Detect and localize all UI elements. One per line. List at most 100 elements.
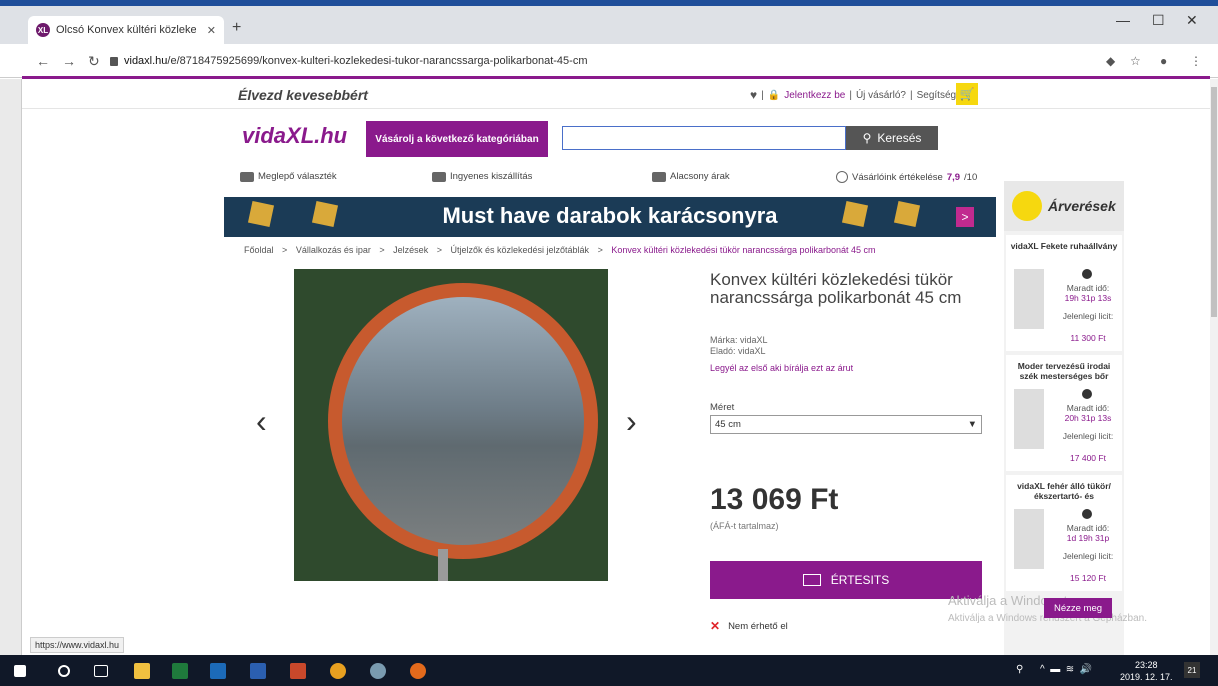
truck-icon	[432, 171, 446, 182]
brand-line: Márka: vidaXL	[710, 335, 768, 345]
account-links: ♥ | 🔒 Jelentkezz be | Új vásárló? | Segí…	[750, 88, 957, 102]
main-content: vidaXL.hu Vásárolj a következő kategóriá…	[224, 109, 996, 655]
breadcrumb-business[interactable]: Vállalkozás és ipar	[296, 245, 371, 255]
auction-thumbnail	[1014, 509, 1044, 569]
breadcrumb-home[interactable]: Főoldal	[244, 245, 274, 255]
chrome-profile-icon[interactable]	[370, 663, 386, 679]
usp-shipping: Ingyenes kiszállítás	[432, 171, 532, 182]
system-tray[interactable]: ⚲ ^ ▬ ≋ 🔊	[1016, 664, 1092, 675]
banner-next-button[interactable]: >	[956, 207, 974, 227]
login-link[interactable]: Jelentkezz be	[784, 90, 845, 101]
profile-avatar-icon[interactable]: ●	[1160, 54, 1167, 68]
auctions-sidebar: Árverések vidaXL Fekete ruhaállvány Mara…	[1004, 181, 1124, 655]
excel-icon[interactable]	[172, 663, 188, 679]
firefox-icon[interactable]	[410, 663, 426, 679]
maximize-button[interactable]: ☐	[1152, 12, 1165, 29]
search-icon: ⚲	[862, 131, 872, 145]
size-select[interactable]: 45 cm ▼	[710, 415, 982, 434]
menu-kebab-icon[interactable]: ⋮	[1190, 54, 1202, 68]
web-page: Élvezd kevesebbért ♥ | 🔒 Jelentkezz be |…	[22, 79, 1210, 655]
page-scrollbar[interactable]	[1210, 79, 1218, 655]
outlook-icon[interactable]	[210, 663, 226, 679]
word-icon[interactable]	[250, 663, 266, 679]
search-input[interactable]	[562, 126, 846, 150]
address-bar: ← → ↻ vidaxl.hu/e/8718475925699/konvex-k…	[0, 44, 1218, 78]
scrollbar-thumb[interactable]	[1211, 87, 1217, 317]
tab-close-icon[interactable]: ✕	[207, 24, 216, 37]
extension-icon[interactable]: ◆	[1106, 54, 1115, 68]
auction-hammer-icon	[1012, 191, 1042, 221]
forward-arrow-icon[interactable]: →	[62, 53, 76, 69]
new-tab-button[interactable]: +	[232, 19, 241, 37]
breadcrumb-traffic-signs[interactable]: Útjelzők és közlekedési jelzőtáblák	[450, 245, 589, 255]
url-input[interactable]: vidaxl.hu/e/8718475925699/konvex-kulteri…	[110, 50, 1090, 72]
product-meta: Márka: vidaXL Eladó: vidaXL	[710, 335, 768, 357]
reload-icon[interactable]: ↻	[88, 53, 100, 70]
seller-line: Eladó: vidaXL	[710, 346, 766, 356]
notification-center-icon[interactable]: 21	[1184, 662, 1200, 678]
login-lock-icon: 🔒	[767, 89, 781, 101]
smiley-icon	[836, 171, 848, 183]
usp-prices: Alacsony árak	[652, 171, 730, 182]
availability-status: ✕ Nem érhető el	[710, 619, 788, 633]
auctions-header: Árverések	[1004, 181, 1124, 231]
stopwatch-icon	[1082, 269, 1092, 279]
back-arrow-icon[interactable]: ←	[36, 53, 50, 69]
breadcrumb: Főoldal > Vállalkozás és ipar > Jelzések…	[244, 245, 876, 255]
window-title-strip	[0, 0, 1218, 6]
box-icon	[240, 171, 254, 182]
breadcrumb-signs[interactable]: Jelzések	[393, 245, 428, 255]
image-next-arrow[interactable]: ›	[626, 403, 637, 440]
usp-rating: Vásárlóink értékelése 7,9/10	[836, 171, 977, 183]
product-title: Konvex kültéri közlekedési tükör narancs…	[710, 270, 962, 307]
stopwatch-icon	[1082, 509, 1092, 519]
size-select-value: 45 cm	[715, 419, 741, 430]
search-icon[interactable]	[58, 665, 70, 677]
product-image[interactable]	[294, 269, 608, 581]
mirror-surface	[342, 297, 584, 545]
auction-thumbnail	[1014, 269, 1044, 329]
chrome-icon[interactable]	[330, 663, 346, 679]
usp-strip: Meglepő választék Ingyenes kiszállítás A…	[240, 171, 984, 185]
see-more-button[interactable]: Nézze meg	[1044, 598, 1112, 618]
piggy-bank-icon	[652, 171, 666, 182]
dropdown-arrow-icon: ▼	[967, 419, 977, 430]
auction-item[interactable]: vidaXL Fekete ruhaállvány Maradt idő: 19…	[1006, 235, 1122, 351]
stopwatch-icon	[1082, 389, 1092, 399]
auction-item[interactable]: vidaXL fehér álló tükör/ékszertartó- és …	[1006, 475, 1122, 591]
christmas-banner[interactable]: Must have darabok karácsonyra >	[224, 197, 996, 237]
browser-tab-active[interactable]: XL Olcsó Konvex kültéri közlekedési ✕	[28, 16, 224, 44]
site-logo[interactable]: vidaXL.hu	[242, 123, 347, 149]
left-ruler	[0, 79, 22, 655]
file-explorer-icon[interactable]	[134, 663, 150, 679]
banner-text: Must have darabok karácsonyra	[442, 203, 778, 228]
breadcrumb-current: Konvex kültéri közlekedési tükör narancs…	[611, 245, 876, 255]
new-customer-link[interactable]: Új vásárló?	[856, 90, 906, 101]
unavailable-x-icon: ✕	[710, 619, 721, 633]
top-utility-bar: Élvezd kevesebbért ♥ | 🔒 Jelentkezz be |…	[22, 79, 1210, 109]
notify-button[interactable]: ÉRTESITS	[710, 561, 982, 599]
taskbar-clock[interactable]: 23:28 2019. 12. 17.	[1120, 659, 1173, 683]
browser-tabstrip: XL Olcsó Konvex kültéri közlekedési ✕ + …	[0, 0, 1218, 44]
wishlist-heart-icon[interactable]: ♥	[750, 88, 757, 102]
shopping-cart-icon[interactable]: 🛒	[956, 83, 978, 105]
search-button[interactable]: ⚲ Keresés	[846, 126, 938, 150]
minimize-button[interactable]: —	[1116, 12, 1130, 28]
window-close-button[interactable]: ✕	[1186, 12, 1198, 29]
tab-title: Olcsó Konvex kültéri közlekedési	[56, 24, 196, 36]
bookmark-star-icon[interactable]: ☆	[1130, 54, 1141, 68]
review-link[interactable]: Legyél az első aki bírálja ezt az árut	[710, 363, 853, 373]
mirror-pole	[438, 549, 448, 581]
start-windows-icon[interactable]	[14, 665, 26, 677]
vidaxl-favicon-icon: XL	[36, 23, 50, 37]
size-label: Méret	[710, 402, 735, 413]
envelope-icon	[802, 574, 821, 586]
windows-taskbar: ⚲ ^ ▬ ≋ 🔊 23:28 2019. 12. 17. 21	[0, 655, 1218, 686]
vat-note: (ÁFÁ-t tartalmaz)	[710, 521, 779, 531]
auction-item[interactable]: Moder tervezésű irodai szék mesterséges …	[1006, 355, 1122, 471]
help-link[interactable]: Segítség	[917, 90, 956, 101]
task-view-icon[interactable]	[94, 665, 108, 677]
powerpoint-icon[interactable]	[290, 663, 306, 679]
category-menu-button[interactable]: Vásárolj a következő kategóriában	[366, 121, 548, 157]
image-prev-arrow[interactable]: ‹	[256, 403, 267, 440]
